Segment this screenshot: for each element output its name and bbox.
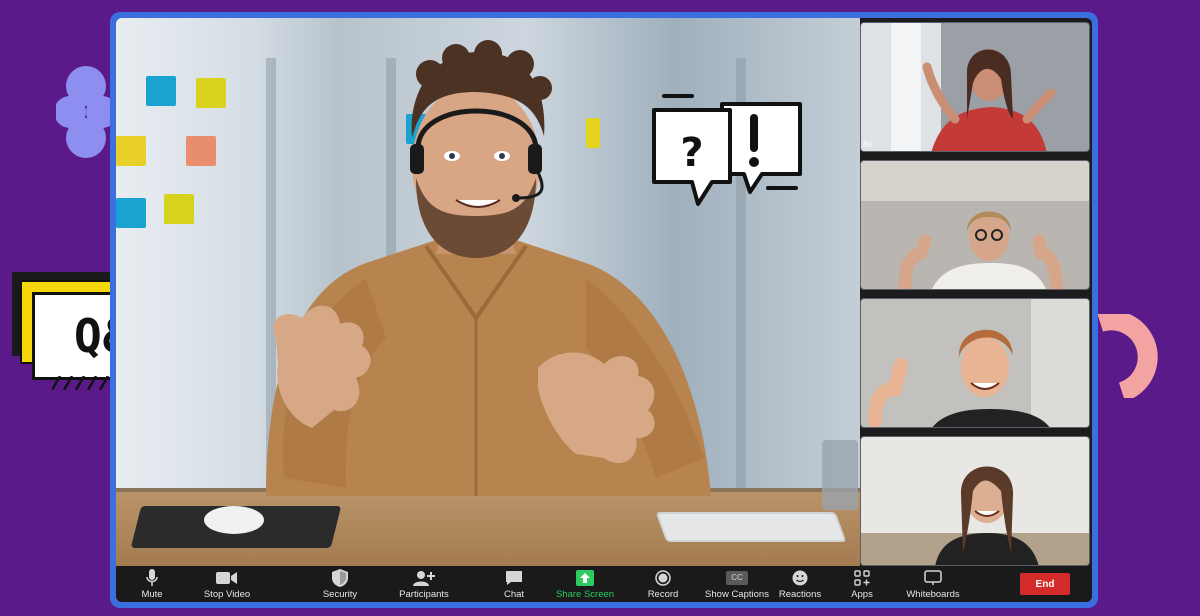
show-captions-button[interactable]: CC Show Captions [696,566,778,602]
participants-button[interactable]: Participants [392,566,456,602]
meeting-toolbar: Mute Stop Video Security Participants Ch… [116,566,1092,602]
whiteboards-label: Whiteboards [906,588,960,600]
participant-tile[interactable] [860,298,1090,428]
whiteboards-button[interactable]: Whiteboards [902,566,964,602]
meeting-window: ? Bri Mute Stop Video Security Participa… [110,12,1098,608]
svg-text:?: ? [680,130,703,176]
share-screen-button[interactable]: Share Screen [548,566,622,602]
question-bubble-icon: ? [652,94,732,206]
apps-icon [854,569,870,587]
chat-bubble-icon [505,569,523,587]
participant-tile[interactable] [860,160,1090,290]
reactions-emoji-icon [792,569,808,587]
share-arrow-icon [576,569,594,587]
participants-label: Participants [399,588,449,600]
exclamation-bubble-icon [720,102,802,194]
participant-name: Bri [863,140,873,149]
participant-tile[interactable]: Bri [860,22,1090,152]
stop-video-label: Stop Video [203,588,251,600]
mute-button[interactable]: Mute [130,566,174,602]
captions-icon: CC [726,569,748,587]
participant-video [861,161,1089,289]
qa-speech-bubbles: ? [652,94,802,206]
participant-tile[interactable] [860,436,1090,566]
participants-add-icon [413,569,435,587]
share-screen-label: Share Screen [555,588,615,600]
participant-video [861,23,1089,151]
apps-label: Apps [851,588,873,600]
record-button[interactable]: Record [638,566,688,602]
record-icon [655,569,671,587]
mute-label: Mute [141,588,163,600]
stop-video-button[interactable]: Stop Video [192,566,262,602]
participant-video [861,437,1089,565]
end-meeting-button[interactable]: End [1020,573,1070,595]
security-label: Security [322,588,358,600]
show-captions-label: Show Captions [705,588,769,600]
reactions-label: Reactions [778,588,822,600]
chat-button[interactable]: Chat [492,566,536,602]
record-label: Record [647,588,679,600]
security-button[interactable]: Security [312,566,368,602]
participant-video [861,299,1089,427]
meeting-window-inner: ? Bri Mute Stop Video Security Participa… [116,18,1092,602]
main-speaker-video[interactable]: ? [116,18,860,566]
apps-button[interactable]: Apps [846,566,878,602]
reactions-button[interactable]: Reactions [776,566,824,602]
participant-gallery: Bri [858,18,1092,566]
video-camera-icon [216,569,238,587]
whiteboard-icon [924,569,942,587]
chat-label: Chat [503,588,525,600]
microphone-icon [146,568,158,587]
shield-icon [332,568,348,587]
